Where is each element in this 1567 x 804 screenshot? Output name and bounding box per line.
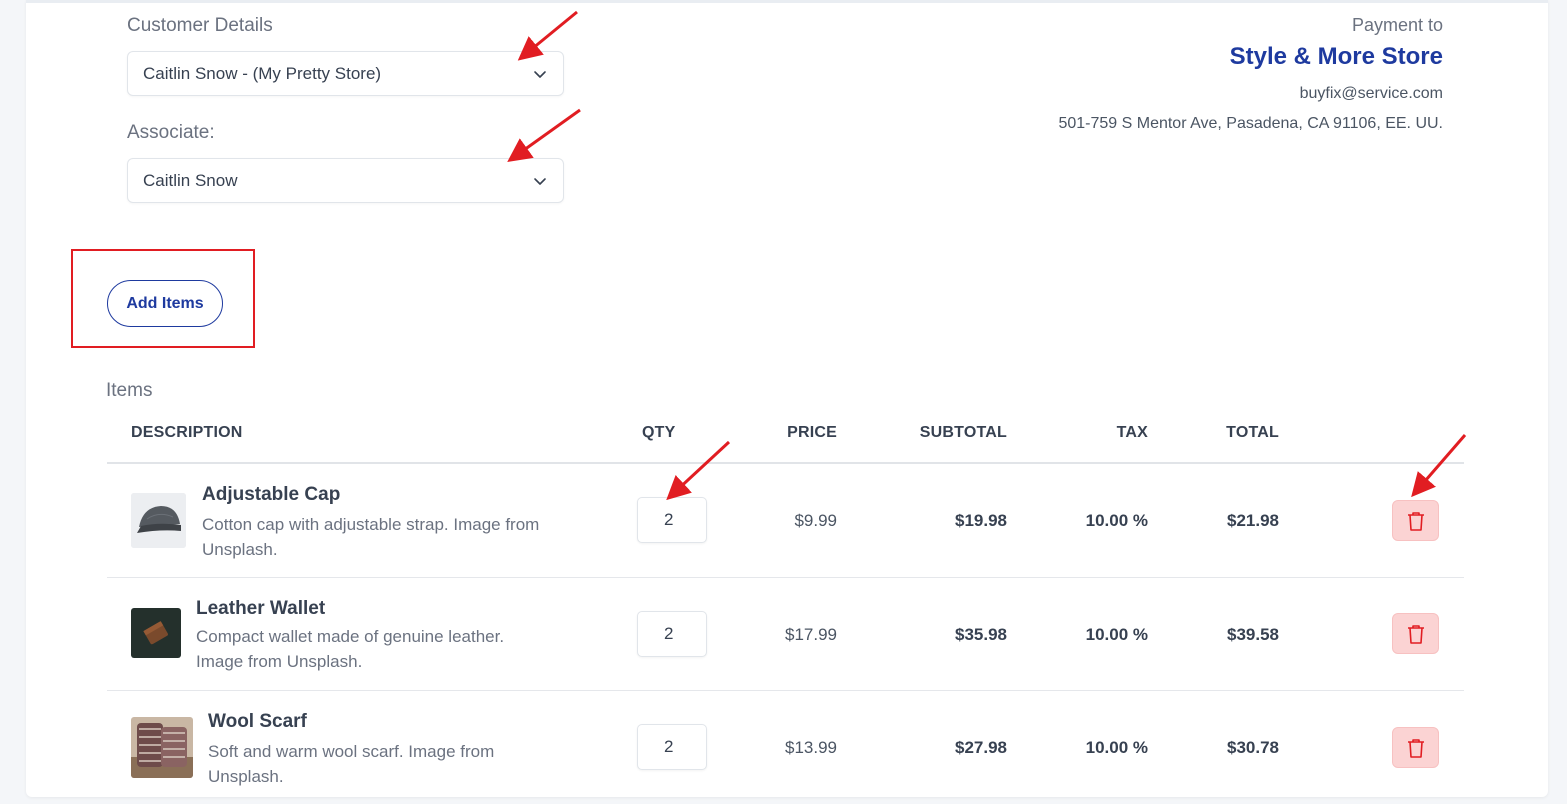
delete-item-button[interactable] <box>1392 727 1439 768</box>
top-divider <box>26 0 1548 3</box>
item-subtotal: $19.98 <box>955 511 1007 530</box>
item-description: Cotton cap with adjustable strap. Image … <box>202 515 540 559</box>
associate-label: Associate: <box>127 122 215 143</box>
column-header-subtotal: SUBTOTAL <box>919 424 1007 441</box>
customer-details-label: Customer Details <box>127 15 273 36</box>
payment-to-label: Payment to <box>1351 15 1443 35</box>
trash-icon <box>1407 511 1424 531</box>
column-header-tax: TAX <box>1116 424 1148 441</box>
quantity-input[interactable]: 2 <box>637 724 707 770</box>
associate-select-value: Caitlin Snow <box>143 170 238 190</box>
delete-item-button[interactable] <box>1392 500 1439 541</box>
column-header-price: PRICE <box>787 424 837 441</box>
item-subtotal: $27.98 <box>955 738 1007 757</box>
chevron-down-icon <box>534 71 546 78</box>
invoice-card: Customer Details Caitlin Snow - (My Pret… <box>26 0 1548 797</box>
item-price: $13.99 <box>785 738 837 757</box>
item-tax: 10.00 % <box>1085 625 1148 644</box>
add-items-button[interactable]: Add Items <box>107 280 223 327</box>
chevron-down-icon <box>534 178 546 185</box>
table-row: Adjustable Cap Cotton cap with adjustabl… <box>26 464 1548 577</box>
item-name: Wool Scarf <box>208 711 307 732</box>
column-header-qty: QTY <box>642 424 676 441</box>
item-price: $9.99 <box>794 511 837 530</box>
store-name: Style & More Store <box>1229 43 1443 70</box>
item-name: Leather Wallet <box>196 598 326 619</box>
wallet-thumbnail <box>131 608 181 658</box>
table-row: Leather Wallet Compact wallet made of ge… <box>26 578 1548 691</box>
cap-thumbnail <box>131 493 186 548</box>
item-subtotal: $35.98 <box>955 625 1007 644</box>
column-header-description: DESCRIPTION <box>131 424 243 441</box>
item-description: Compact wallet made of genuine leather. … <box>196 627 505 671</box>
trash-icon <box>1407 738 1424 758</box>
items-section-title: Items <box>106 380 153 401</box>
column-header-total: TOTAL <box>1226 424 1279 441</box>
store-email: buyfix@service.com <box>1299 85 1443 102</box>
item-name: Adjustable Cap <box>202 484 341 505</box>
associate-select[interactable]: Caitlin Snow <box>127 158 564 203</box>
store-address: 501-759 S Mentor Ave, Pasadena, CA 91106… <box>1058 115 1443 132</box>
item-tax: 10.00 % <box>1085 738 1148 757</box>
item-price: $17.99 <box>785 625 837 644</box>
table-row: Wool Scarf Soft and warm wool scarf. Ima… <box>26 691 1548 804</box>
customer-select-value: Caitlin Snow - (My Pretty Store) <box>143 63 382 83</box>
scarf-thumbnail <box>131 717 193 778</box>
item-tax: 10.00 % <box>1085 511 1148 530</box>
item-description: Soft and warm wool scarf. Image from Uns… <box>208 742 495 786</box>
item-total: $39.58 <box>1227 625 1279 644</box>
delete-item-button[interactable] <box>1392 613 1439 654</box>
item-total: $30.78 <box>1227 738 1279 757</box>
quantity-input[interactable]: 2 <box>637 497 707 543</box>
customer-select[interactable]: Caitlin Snow - (My Pretty Store) <box>127 51 564 96</box>
trash-icon <box>1407 624 1424 644</box>
quantity-input[interactable]: 2 <box>637 611 707 657</box>
item-total: $21.98 <box>1227 511 1279 530</box>
